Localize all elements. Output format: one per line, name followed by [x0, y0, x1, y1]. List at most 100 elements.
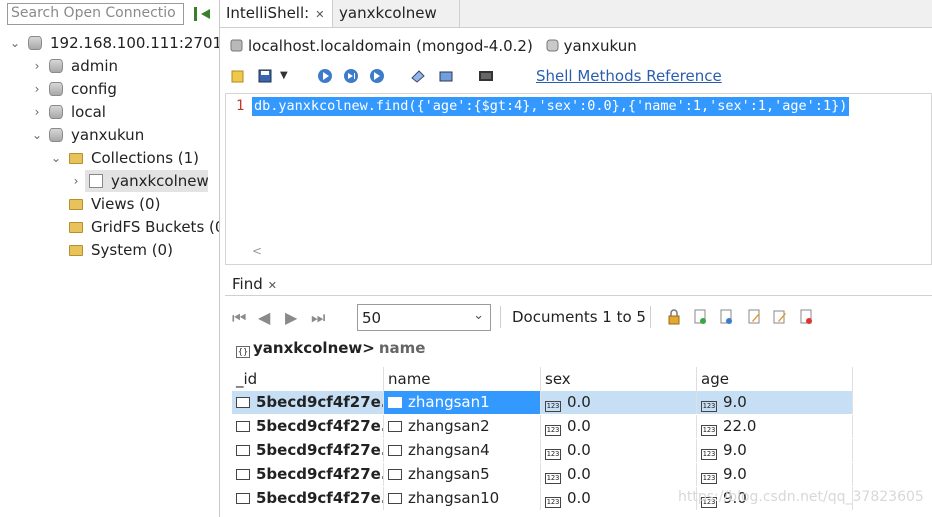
cell-name[interactable]: zhangsan4: [384, 439, 541, 462]
clear-icon[interactable]: [410, 68, 426, 84]
query-code[interactable]: db.yanxkcolnew.find({'age':{$gt:4},'sex'…: [252, 97, 850, 116]
number-type-icon: 123: [701, 449, 717, 460]
cell-name[interactable]: zhangsan5: [384, 463, 541, 486]
cell-id: 5becd9cf4f27e...: [232, 415, 384, 438]
cell-sex[interactable]: 123 0.0: [541, 439, 697, 462]
console-icon[interactable]: [478, 68, 494, 84]
shell-methods-reference-link[interactable]: Shell Methods Reference: [536, 67, 722, 85]
cell-age[interactable]: 123 22.0: [697, 415, 853, 438]
divider: [650, 306, 651, 328]
cell-sex[interactable]: 123 0.0: [541, 391, 697, 414]
cell-id: 5becd9cf4f27e...: [232, 463, 384, 486]
collapse-panel-icon[interactable]: [193, 5, 213, 23]
cell-name[interactable]: zhangsan2: [384, 415, 541, 438]
open-file-icon[interactable]: [230, 68, 246, 84]
cell-sex[interactable]: 123 0.0: [541, 487, 697, 510]
tab-collection[interactable]: yanxkcolnew: [333, 0, 460, 27]
column-header-name[interactable]: name: [384, 367, 541, 391]
chevron-down-icon[interactable]: ⌄: [50, 147, 62, 169]
column-header-id[interactable]: _id: [232, 367, 384, 391]
table-row[interactable]: 5becd9cf4f27e... zhangsan5 123 0.0 123 9.0: [232, 463, 853, 486]
breadcrumb-collection[interactable]: yanxkcolnew>: [253, 339, 375, 357]
save-dropdown-icon[interactable]: ▼: [280, 68, 296, 84]
tab-label: yanxkcolnew: [339, 4, 437, 22]
breadcrumb-field[interactable]: name: [379, 339, 426, 357]
object-id-icon: [236, 469, 250, 480]
object-id-icon: [236, 421, 250, 432]
table-row[interactable]: 5becd9cf4f27e... zhangsan1 123 0.0 123 9.0: [232, 391, 853, 414]
chevron-right-icon[interactable]: ›: [70, 170, 82, 192]
chevron-right-icon[interactable]: ›: [31, 78, 43, 100]
table-row[interactable]: 5becd9cf4f27e... zhangsan2 123 0.0 123 22.…: [232, 415, 853, 438]
watermark: https://blog.csdn.net/qq_37823605: [678, 489, 924, 505]
page-size-select[interactable]: 50 ⌄: [357, 304, 491, 331]
cell-age[interactable]: 123 9.0: [697, 463, 853, 486]
shell-editor[interactable]: 1 db.yanxkcolnew.find({'age':{$gt:4},'se…: [225, 93, 932, 265]
editor-tab-bar: IntelliShell: ✕ yanxkcolnew: [220, 0, 932, 28]
cell-sex[interactable]: 123 0.0: [541, 463, 697, 486]
search-connections-input[interactable]: Search Open Connectio: [7, 3, 184, 25]
search-placeholder: Search Open Connectio: [11, 5, 176, 21]
scroll-left-icon[interactable]: <: [252, 244, 262, 258]
save-icon[interactable]: [257, 68, 273, 84]
page-size-value: 50: [362, 309, 382, 327]
folder-icon: [69, 245, 83, 256]
run-icon[interactable]: [317, 68, 333, 84]
delete-document-icon[interactable]: [798, 309, 814, 325]
database-icon: [546, 39, 559, 52]
cell-name[interactable]: zhangsan10: [384, 487, 541, 510]
lock-icon[interactable]: [666, 309, 682, 325]
view-json-icon[interactable]: [718, 309, 734, 325]
tree-label: GridFS Buckets (0: [91, 218, 220, 236]
results-navigation: ⏮ ◀ ▶ ⏭ 50 ⌄ Documents 1 to 5: [230, 304, 930, 332]
find-results-tab[interactable]: Find ✕: [225, 272, 932, 296]
last-page-icon[interactable]: ⏭: [311, 308, 325, 328]
cell-age[interactable]: 123 9.0: [697, 391, 853, 414]
column-header-age[interactable]: age: [697, 367, 853, 391]
chevron-down-icon: ⌄: [473, 308, 484, 323]
cell-id: 5becd9cf4f27e...: [232, 391, 384, 414]
collection-icon: {}: [236, 346, 250, 358]
tree-label: local: [71, 103, 106, 121]
first-page-icon[interactable]: ⏮: [232, 308, 246, 328]
run-selection-icon[interactable]: [343, 68, 359, 84]
results-breadcrumb: {} yanxkcolnew> name: [236, 339, 425, 358]
cell-id: 5becd9cf4f27e...: [232, 487, 384, 510]
object-id-icon: [236, 397, 250, 408]
close-tab-icon[interactable]: ✕: [268, 279, 277, 292]
add-document-icon[interactable]: [692, 309, 708, 325]
stop-icon[interactable]: [438, 68, 454, 84]
tree-label: config: [71, 80, 117, 98]
string-type-icon: [388, 493, 402, 504]
edit-multiple-icon[interactable]: [772, 309, 788, 325]
cell-sex[interactable]: 123 0.0: [541, 415, 697, 438]
cell-age[interactable]: 123 9.0: [697, 439, 853, 462]
line-number: 1: [236, 98, 245, 114]
next-page-icon[interactable]: ▶: [285, 308, 297, 327]
number-type-icon: 123: [545, 473, 561, 484]
column-header-sex[interactable]: sex: [541, 367, 697, 391]
chevron-down-icon[interactable]: ⌄: [9, 32, 21, 54]
close-tab-icon[interactable]: ✕: [315, 8, 324, 21]
tab-intellishell[interactable]: IntelliShell: ✕: [220, 0, 333, 27]
tree-label: Collections (1): [91, 149, 200, 167]
number-type-icon: 123: [545, 497, 561, 508]
divider: [500, 306, 501, 328]
tree-label: 192.168.100.111:27017: [50, 34, 220, 52]
tree-label: admin: [71, 57, 118, 75]
server-icon: [28, 36, 42, 50]
run-line-icon[interactable]: [369, 68, 385, 84]
chevron-right-icon[interactable]: ›: [31, 55, 43, 77]
number-type-icon: 123: [545, 425, 561, 436]
chevron-right-icon[interactable]: ›: [31, 101, 43, 123]
chevron-down-icon[interactable]: ⌄: [31, 124, 43, 146]
tab-label: Find: [232, 275, 263, 293]
table-row[interactable]: 5becd9cf4f27e... zhangsan4 123 0.0 123 9.0: [232, 439, 853, 462]
folder-icon: [69, 199, 83, 210]
number-type-icon: 123: [545, 449, 561, 460]
object-id-icon: [236, 445, 250, 456]
cell-name[interactable]: zhangsan1: [384, 391, 541, 414]
number-type-icon: 123: [545, 401, 561, 412]
edit-document-icon[interactable]: [746, 309, 762, 325]
previous-page-icon[interactable]: ◀: [258, 308, 270, 327]
